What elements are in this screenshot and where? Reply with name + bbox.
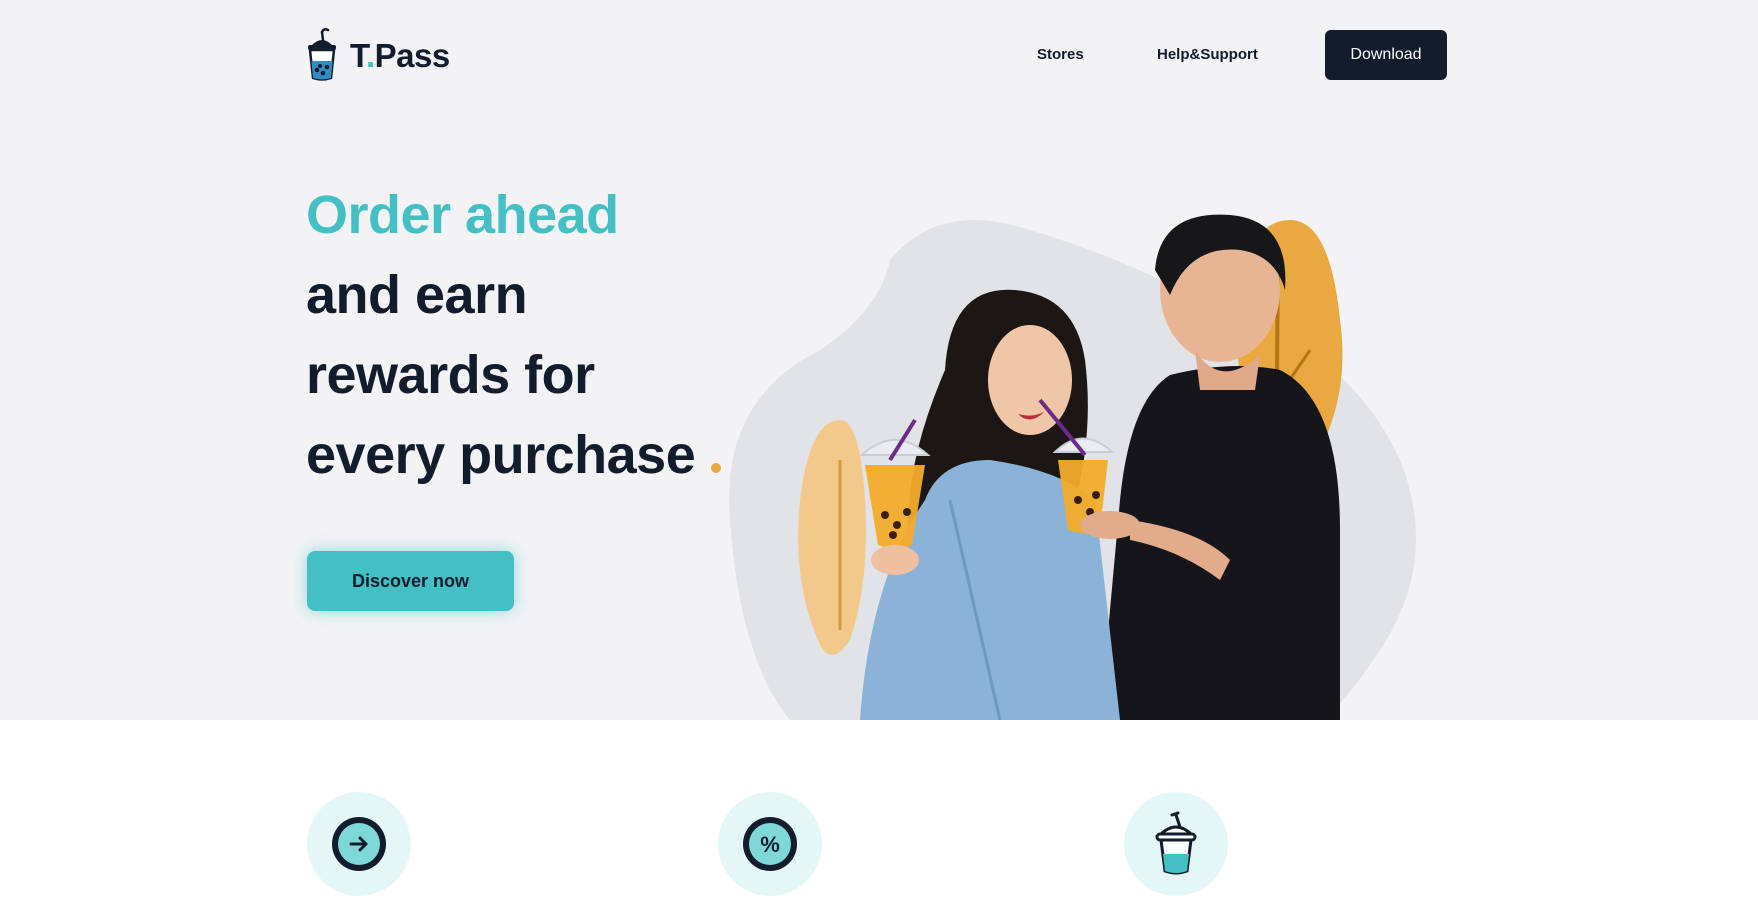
bubble-tea-cup-icon: [1155, 811, 1197, 875]
percent-circle-icon: %: [743, 817, 797, 871]
download-button[interactable]: Download: [1325, 30, 1447, 80]
nav-help-support-link[interactable]: Help&Support: [1157, 46, 1258, 63]
nav-stores-link[interactable]: Stores: [1037, 46, 1084, 63]
headline-line-1: Order ahead: [306, 185, 619, 245]
bubble-tea-cup-icon: [308, 28, 336, 81]
hero-illustration: [729, 214, 1416, 720]
brand-logo[interactable]: T.Pass: [306, 28, 450, 82]
hero-headline: Order ahead and earn rewards for every p…: [306, 175, 722, 495]
svg-text:%: %: [760, 832, 780, 857]
brand-name: T.Pass: [350, 36, 450, 74]
feature-arrow-icon-badge: [307, 792, 411, 896]
feature-cup-icon-badge: [1124, 792, 1228, 896]
feature-percent-icon-badge: %: [718, 792, 822, 896]
headline-line-2: and earn: [306, 265, 528, 325]
hero-section: T.Pass Stores Help&Support Download Orde…: [0, 0, 1758, 720]
arrow-right-circle-icon: [332, 817, 386, 871]
headline-line-3: rewards for: [306, 345, 595, 405]
discover-now-button[interactable]: Discover now: [307, 551, 514, 611]
headline-line-4: every purchase: [306, 415, 722, 495]
